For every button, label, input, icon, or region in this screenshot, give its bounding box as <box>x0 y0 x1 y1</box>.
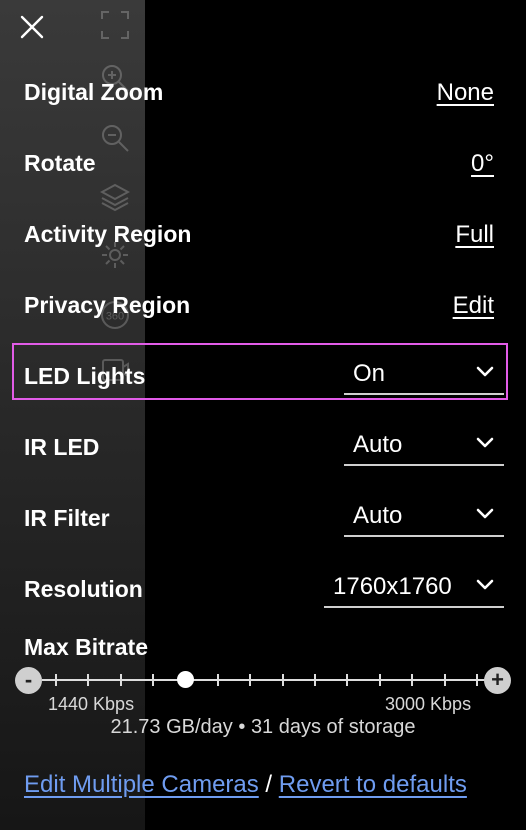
ir-filter-value: Auto <box>353 502 403 529</box>
bitrate-slider-tick <box>411 674 413 686</box>
bitrate-slider-tick <box>379 674 381 686</box>
led-lights-label: LED Lights <box>24 363 146 389</box>
chevron-down-icon <box>476 366 494 378</box>
led-lights-value: On <box>353 360 386 387</box>
bitrate-slider-tick <box>444 674 446 686</box>
digital-zoom-label: Digital Zoom <box>24 79 164 105</box>
bitrate-slider-tick <box>476 674 478 686</box>
bitrate-slider-tick <box>87 674 89 686</box>
rotate-link[interactable]: 0° <box>471 150 494 178</box>
bitrate-decrease-button[interactable]: - <box>15 667 42 694</box>
bitrate-slider-tick <box>346 674 348 686</box>
resolution-label: Resolution <box>24 576 143 602</box>
footer-links: Edit Multiple Cameras / Revert to defaul… <box>24 771 467 799</box>
digital-zoom-link[interactable]: None <box>437 79 494 107</box>
bitrate-slider-tick <box>282 674 284 686</box>
chevron-down-icon <box>476 437 494 449</box>
privacy-region-row: Privacy Region Edit <box>24 284 504 324</box>
rotate-label: Rotate <box>24 150 96 176</box>
privacy-region-label: Privacy Region <box>24 292 191 318</box>
bitrate-slider-thumb[interactable] <box>177 671 194 688</box>
fullscreen-icon[interactable] <box>100 10 130 40</box>
resolution-select[interactable]: 1760x1760 <box>324 566 504 608</box>
ir-filter-label: IR Filter <box>24 505 110 531</box>
footer-separator: / <box>258 771 279 798</box>
ir-led-value: Auto <box>353 431 403 458</box>
bitrate-slider-tick <box>120 674 122 686</box>
storage-estimate: 21.73 GB/day • 31 days of storage <box>0 716 526 739</box>
activity-region-row: Activity Region Full <box>24 213 504 253</box>
bitrate-slider-tick <box>249 674 251 686</box>
chevron-down-icon <box>476 579 494 591</box>
storage-separator: • <box>232 716 251 738</box>
activity-region-link[interactable]: Full <box>455 221 494 249</box>
bitrate-max-label: 3000 Kbps <box>385 694 472 714</box>
ir-filter-select[interactable]: Auto <box>344 495 504 537</box>
bitrate-slider-tick <box>55 674 57 686</box>
layers-icon[interactable] <box>100 182 130 212</box>
max-bitrate-label: Max Bitrate <box>24 634 148 660</box>
ir-led-label: IR LED <box>24 434 100 460</box>
resolution-value: 1760x1760 <box>333 573 452 600</box>
edit-multiple-cameras-link[interactable]: Edit Multiple Cameras <box>24 771 259 798</box>
close-icon[interactable] <box>18 13 46 41</box>
rotate-row: Rotate 0° <box>24 142 504 182</box>
led-lights-select[interactable]: On <box>344 353 504 395</box>
privacy-region-edit-link[interactable]: Edit <box>453 292 494 320</box>
ir-led-select[interactable]: Auto <box>344 424 504 466</box>
chevron-down-icon <box>476 508 494 520</box>
bitrate-min-label: 1440 Kbps <box>48 694 135 714</box>
storage-per-day: 21.73 GB/day <box>110 716 233 738</box>
bitrate-increase-button[interactable]: + <box>484 667 511 694</box>
storage-days: 31 days of storage <box>250 716 416 738</box>
bitrate-slider-tick <box>152 674 154 686</box>
digital-zoom-row: Digital Zoom None <box>24 71 504 111</box>
bitrate-slider-tick <box>217 674 219 686</box>
revert-to-defaults-link[interactable]: Revert to defaults <box>279 771 467 798</box>
activity-region-label: Activity Region <box>24 221 192 247</box>
bitrate-slider-track[interactable] <box>42 679 486 681</box>
bitrate-slider-tick <box>314 674 316 686</box>
